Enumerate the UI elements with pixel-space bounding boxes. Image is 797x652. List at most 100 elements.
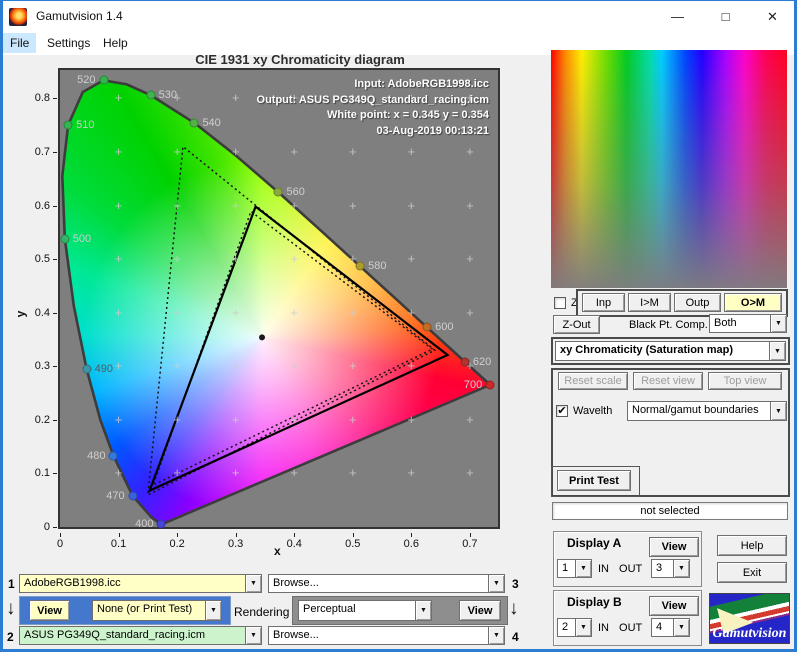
logo-text: Gamutvision bbox=[712, 626, 787, 641]
dropdown-arrow-icon[interactable]: ▼ bbox=[245, 575, 261, 592]
wavelength-dot-600 bbox=[422, 322, 432, 332]
y-tick-label: 0 bbox=[43, 521, 50, 533]
menu-help[interactable]: Help bbox=[96, 33, 135, 53]
wavelength-label-490: 490 bbox=[94, 362, 113, 375]
test-pattern-select[interactable]: None (or Print Test) ▼ bbox=[92, 600, 222, 621]
display-a-out-select[interactable]: 3 ▼ bbox=[651, 559, 690, 578]
wavelength-dot-480 bbox=[108, 451, 118, 461]
outp-button[interactable]: Outp bbox=[674, 293, 721, 312]
annotation-date: 03-Aug-2019 00:13:21 bbox=[376, 124, 489, 137]
wavelength-dot-560 bbox=[273, 187, 283, 197]
print-test-button[interactable]: Print Test bbox=[557, 470, 631, 491]
dropdown-arrow-icon[interactable]: ▼ bbox=[488, 575, 504, 592]
exit-button[interactable]: Exit bbox=[717, 562, 787, 583]
z-out-button[interactable]: Z-Out bbox=[553, 315, 600, 334]
display-b-view-button[interactable]: View bbox=[649, 596, 699, 616]
grid-plus-mark: + bbox=[173, 304, 181, 320]
input-browse-select[interactable]: Browse... ▼ bbox=[268, 574, 505, 593]
wavelength-label-500: 500 bbox=[72, 232, 92, 245]
white-point-marker bbox=[259, 334, 266, 341]
o-to-m-button[interactable]: O>M bbox=[724, 293, 782, 312]
output-browse-select[interactable]: Browse... ▼ bbox=[268, 626, 505, 645]
grid-plus-mark: + bbox=[231, 304, 240, 320]
down-arrow-icon: ↓ bbox=[6, 598, 16, 619]
output-profile-select[interactable]: ASUS PG349Q_standard_racing.icm ▼ bbox=[19, 626, 262, 645]
chart-title: CIE 1931 xy Chromaticity diagram bbox=[195, 52, 405, 67]
dropdown-arrow-icon[interactable]: ▼ bbox=[770, 402, 786, 420]
y-tick bbox=[53, 259, 57, 261]
boundaries-select[interactable]: Normal/gamut boundaries ▼ bbox=[627, 401, 787, 421]
x-tick bbox=[177, 533, 179, 537]
x-tick-label: 0.4 bbox=[286, 538, 302, 550]
x-tick bbox=[294, 533, 296, 537]
gamut-solid-triangle bbox=[147, 204, 450, 493]
input-browse-value: Browse... bbox=[273, 577, 319, 589]
wavelength-dot-500 bbox=[60, 234, 70, 244]
dropdown-arrow-icon[interactable]: ▼ bbox=[245, 627, 261, 644]
profile3-number: 3 bbox=[512, 577, 519, 591]
grid-plus-mark: + bbox=[407, 304, 416, 320]
dropdown-arrow-icon[interactable]: ▼ bbox=[488, 627, 504, 644]
display-mode-select[interactable]: xy Chromaticity (Saturation map) ▼ bbox=[555, 341, 786, 361]
annotation-whitepoint: White point: x = 0.345 y = 0.354 bbox=[326, 109, 489, 121]
grid-plus-mark: + bbox=[290, 465, 299, 481]
inp-button[interactable]: Inp bbox=[582, 293, 625, 312]
grid-plus-mark: + bbox=[407, 197, 416, 213]
display-b-out-select[interactable]: 4 ▼ bbox=[651, 618, 690, 637]
display-b-inout-label: IN OUT bbox=[598, 622, 643, 634]
grid-plus-mark: + bbox=[231, 358, 240, 374]
y-tick-label: 0.1 bbox=[34, 467, 50, 480]
display-b-out-value: 4 bbox=[656, 621, 663, 633]
grid-plus-mark: + bbox=[466, 304, 474, 320]
wavelength-label-600: 600 bbox=[435, 321, 454, 334]
wavelth-checkbox[interactable]: ✔ bbox=[556, 405, 568, 417]
y-tick bbox=[53, 98, 57, 100]
plot-annotations: Input: AdobeRGB1998.icc Output: ASUS PG3… bbox=[257, 77, 489, 139]
display-b-in-select[interactable]: 2 ▼ bbox=[557, 618, 592, 637]
selection-status: not selected bbox=[552, 502, 788, 520]
display-a-in-select[interactable]: 1 ▼ bbox=[557, 559, 592, 578]
zoom-checkbox[interactable] bbox=[554, 297, 566, 309]
x-tick bbox=[352, 533, 354, 537]
grid-plus-mark: + bbox=[114, 251, 123, 267]
grid-plus-mark: + bbox=[114, 358, 123, 374]
grid-plus-mark: + bbox=[466, 465, 474, 481]
black-pt-comp-select[interactable]: Both ▼ bbox=[709, 314, 787, 333]
reset-scale-button[interactable]: Reset scale bbox=[558, 372, 628, 390]
check-icon: ✔ bbox=[557, 405, 567, 417]
dropdown-arrow-icon[interactable]: ▼ bbox=[770, 315, 786, 332]
dropdown-arrow-icon[interactable]: ▼ bbox=[415, 601, 431, 620]
grid-plus-mark: + bbox=[466, 251, 474, 267]
dropdown-arrow-icon[interactable]: ▼ bbox=[575, 619, 591, 636]
display-a-inout-label: IN OUT bbox=[598, 563, 643, 575]
help-button[interactable]: Help bbox=[717, 535, 787, 556]
top-view-button[interactable]: Top view bbox=[708, 372, 782, 390]
output-view-button[interactable]: View bbox=[459, 600, 501, 621]
grid-plus-mark: + bbox=[173, 411, 181, 427]
display-a-view-button[interactable]: View bbox=[649, 537, 699, 557]
input-view-button[interactable]: View bbox=[29, 600, 70, 621]
grid-plus-mark: + bbox=[290, 358, 299, 374]
dropdown-arrow-icon[interactable]: ▼ bbox=[673, 619, 689, 636]
y-tick-label: 0.5 bbox=[34, 253, 50, 266]
menu-file[interactable]: File bbox=[3, 33, 37, 53]
i-to-m-button[interactable]: I>M bbox=[628, 293, 671, 312]
rendering-intent-select[interactable]: Perceptual ▼ bbox=[298, 600, 432, 621]
wavelength-label-520: 520 bbox=[77, 74, 96, 87]
grid-plus-mark: + bbox=[231, 90, 240, 106]
dropdown-arrow-icon[interactable]: ▼ bbox=[673, 560, 689, 577]
annotation-input: Input: AdobeRGB1998.icc bbox=[354, 78, 489, 90]
minimize-icon[interactable]: — bbox=[655, 1, 700, 32]
dropdown-arrow-icon[interactable]: ▼ bbox=[205, 601, 221, 620]
maximize-icon[interactable]: □ bbox=[703, 1, 748, 32]
x-tick-label: 0.6 bbox=[403, 538, 419, 550]
grid-plus-mark: + bbox=[348, 197, 357, 213]
close-icon[interactable]: ✕ bbox=[750, 1, 795, 32]
dropdown-arrow-icon[interactable]: ▼ bbox=[575, 560, 591, 577]
input-profile-select[interactable]: AdobeRGB1998.icc ▼ bbox=[19, 574, 262, 593]
y-tick bbox=[53, 205, 57, 207]
menu-settings[interactable]: Settings bbox=[40, 33, 97, 53]
dropdown-arrow-icon[interactable]: ▼ bbox=[769, 342, 785, 360]
wavelength-dot-490 bbox=[82, 364, 92, 374]
reset-view-button[interactable]: Reset view bbox=[633, 372, 703, 390]
